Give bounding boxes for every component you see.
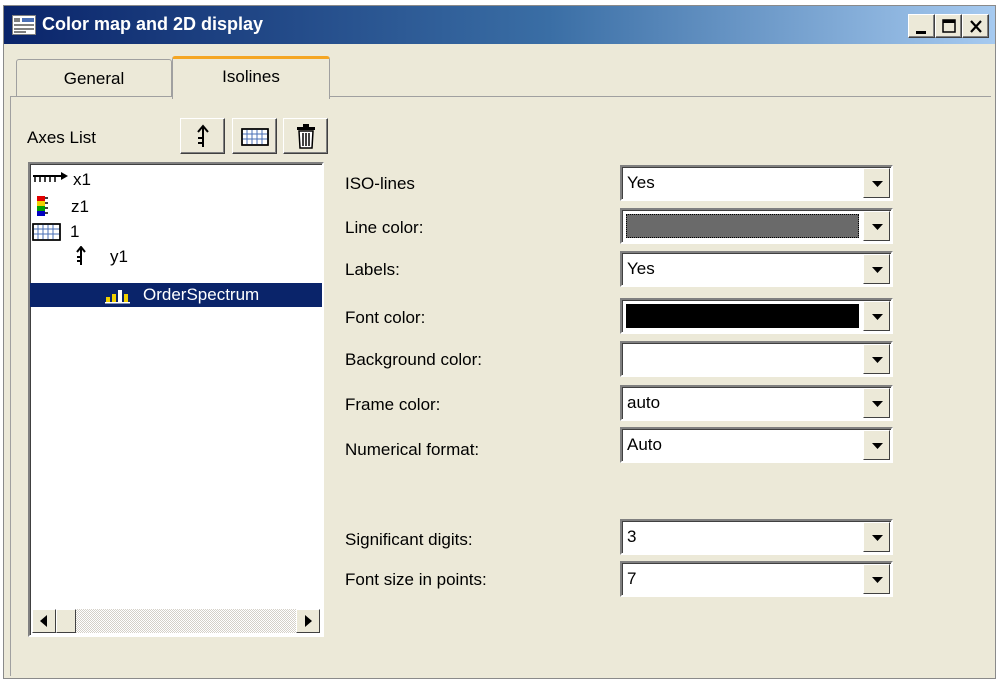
- scroll-thumb[interactable]: [56, 609, 76, 633]
- select-value: auto: [627, 393, 661, 412]
- chevron-down-icon: [872, 314, 883, 320]
- dropdown-button[interactable]: [863, 301, 890, 331]
- chevron-down-icon: [872, 401, 883, 407]
- font-size-select[interactable]: 7: [620, 561, 893, 597]
- chevron-down-icon: [872, 357, 883, 363]
- chevron-down-icon: [872, 443, 883, 449]
- frame-color-select[interactable]: auto: [620, 385, 893, 421]
- maximize-icon: [942, 19, 956, 33]
- tree-item-label: x1: [73, 170, 91, 189]
- scroll-right-button[interactable]: [296, 609, 320, 633]
- labels-select[interactable]: Yes: [620, 251, 893, 287]
- bar-chart-icon: [105, 290, 130, 304]
- close-button[interactable]: [962, 14, 989, 38]
- minimize-icon: [916, 31, 926, 34]
- select-value: Yes: [627, 259, 655, 278]
- color-axis-icon: [37, 196, 48, 216]
- font-color-swatch: [626, 304, 859, 328]
- close-icon: [970, 20, 982, 33]
- dropdown-button[interactable]: [863, 168, 890, 198]
- tree-item-label: y1: [110, 247, 128, 266]
- labels-label: Labels:: [345, 260, 400, 279]
- chevron-down-icon: [872, 577, 883, 583]
- numerical-format-select[interactable]: Auto: [620, 427, 893, 463]
- y-axis-icon: [76, 246, 86, 265]
- grid-icon: [32, 223, 61, 241]
- tree-item-label: 1: [70, 222, 80, 241]
- tab-isolines[interactable]: Isolines: [172, 56, 330, 99]
- iso-lines-select[interactable]: Yes: [620, 165, 893, 201]
- chevron-down-icon: [872, 181, 883, 187]
- app-icon: [12, 15, 36, 35]
- axes-list-label: Axes List: [27, 128, 96, 147]
- line-color-select[interactable]: [620, 208, 893, 244]
- window-title: Color map and 2D display: [42, 14, 264, 34]
- tree-item-label: z1: [71, 197, 89, 216]
- select-value: 3: [627, 527, 637, 546]
- tab-label: Isolines: [222, 67, 280, 86]
- significant-digits-select[interactable]: 3: [620, 519, 893, 555]
- dropdown-button[interactable]: [863, 564, 890, 594]
- axis-up-button[interactable]: [180, 118, 225, 154]
- grid-button[interactable]: [232, 118, 277, 154]
- minimize-button[interactable]: [908, 14, 935, 38]
- font-size-label: Font size in points:: [345, 570, 487, 589]
- axes-tree[interactable]: x1 z1 1 y1 OrderSpectrum: [28, 162, 324, 637]
- scroll-left-button[interactable]: [32, 609, 56, 633]
- dropdown-button[interactable]: [863, 430, 890, 460]
- tree-item-orderspectrum[interactable]: OrderSpectrum: [30, 283, 322, 307]
- dropdown-button[interactable]: [863, 211, 890, 241]
- chevron-down-icon: [872, 535, 883, 541]
- title-bar[interactable]: Color map and 2D display: [4, 6, 995, 44]
- select-value: Yes: [627, 173, 655, 192]
- tree-item-label: OrderSpectrum: [143, 285, 260, 304]
- significant-digits-label: Significant digits:: [345, 530, 473, 549]
- chevron-down-icon: [872, 224, 883, 230]
- arrow-right-icon: [305, 615, 312, 627]
- x-axis-icon: [33, 172, 68, 182]
- background-color-select[interactable]: [620, 341, 893, 377]
- axis-up-icon: [197, 124, 209, 147]
- dropdown-button[interactable]: [863, 522, 890, 552]
- grid-icon: [241, 128, 269, 146]
- tab-label: General: [63, 69, 125, 88]
- horizontal-scrollbar[interactable]: [32, 609, 320, 633]
- delete-button[interactable]: [283, 118, 328, 154]
- dropdown-button[interactable]: [863, 254, 890, 284]
- font-color-select[interactable]: [620, 298, 893, 334]
- chevron-down-icon: [872, 267, 883, 273]
- iso-lines-label: ISO-lines: [345, 174, 415, 193]
- dropdown-button[interactable]: [863, 344, 890, 374]
- select-value: 7: [627, 569, 637, 588]
- dropdown-button[interactable]: [863, 388, 890, 418]
- maximize-button[interactable]: [935, 14, 962, 38]
- background-color-label: Background color:: [345, 350, 483, 369]
- background-color-swatch: [626, 347, 859, 371]
- font-color-label: Font color:: [345, 308, 426, 327]
- numerical-format-label: Numerical format:: [345, 440, 480, 459]
- line-color-label: Line color:: [345, 218, 424, 237]
- trash-icon: [297, 124, 315, 149]
- select-value: Auto: [627, 435, 662, 454]
- arrow-left-icon: [40, 615, 47, 627]
- frame-color-label: Frame color:: [345, 395, 441, 414]
- line-color-swatch: [626, 214, 859, 238]
- tab-general[interactable]: General: [16, 59, 172, 99]
